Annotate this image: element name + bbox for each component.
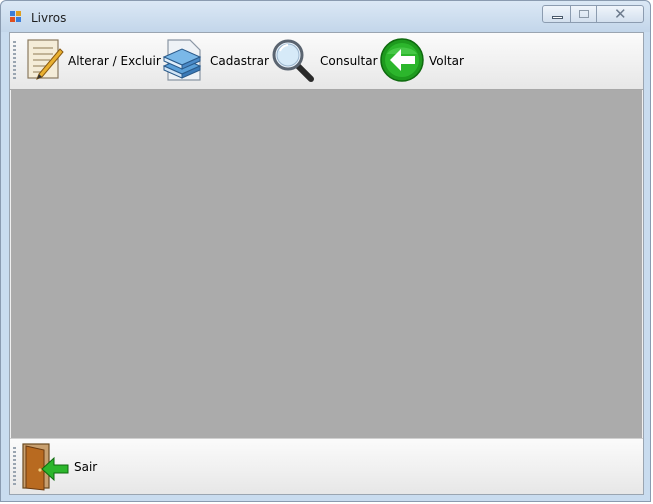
close-button[interactable]: ✕ <box>596 5 644 23</box>
consultar-label: Consultar <box>320 54 378 68</box>
sair-button[interactable]: Sair <box>20 442 97 492</box>
minimize-icon <box>552 16 563 19</box>
cadastrar-button[interactable]: Cadastrar <box>160 36 269 86</box>
voltar-label: Voltar <box>429 54 464 68</box>
content-area <box>11 90 642 438</box>
title-bar[interactable]: Livros ✕ <box>1 1 650 32</box>
toolbar: Alterar / Excluir Cadastrar Consultar Vo… <box>10 33 643 90</box>
client-area: Alterar / Excluir Cadastrar Consultar Vo… <box>9 32 644 495</box>
bottom-toolbar-grip[interactable] <box>13 447 16 487</box>
back-arrow-icon <box>379 37 425 86</box>
magnifier-icon <box>270 37 316 86</box>
minimize-button[interactable] <box>542 5 571 23</box>
sair-label: Sair <box>74 460 98 474</box>
books-icon <box>160 36 206 87</box>
alterar-excluir-button[interactable]: Alterar / Excluir <box>24 36 161 86</box>
consultar-button[interactable]: Consultar <box>270 36 378 86</box>
window: Livros ✕ Alterar / Excluir Cadastrar Con… <box>0 0 651 502</box>
alterar-excluir-label: Alterar / Excluir <box>68 54 161 68</box>
cadastrar-label: Cadastrar <box>210 54 269 68</box>
app-icon <box>10 11 22 23</box>
voltar-button[interactable]: Voltar <box>379 36 464 86</box>
toolbar-grip[interactable] <box>13 41 16 81</box>
door-exit-icon <box>20 441 70 494</box>
maximize-icon <box>579 10 589 18</box>
window-title: Livros <box>31 11 67 25</box>
close-icon: ✕ <box>614 5 627 23</box>
pencil-document-icon <box>24 37 64 86</box>
bottom-toolbar: Sair <box>10 438 643 494</box>
maximize-button[interactable] <box>570 5 597 23</box>
